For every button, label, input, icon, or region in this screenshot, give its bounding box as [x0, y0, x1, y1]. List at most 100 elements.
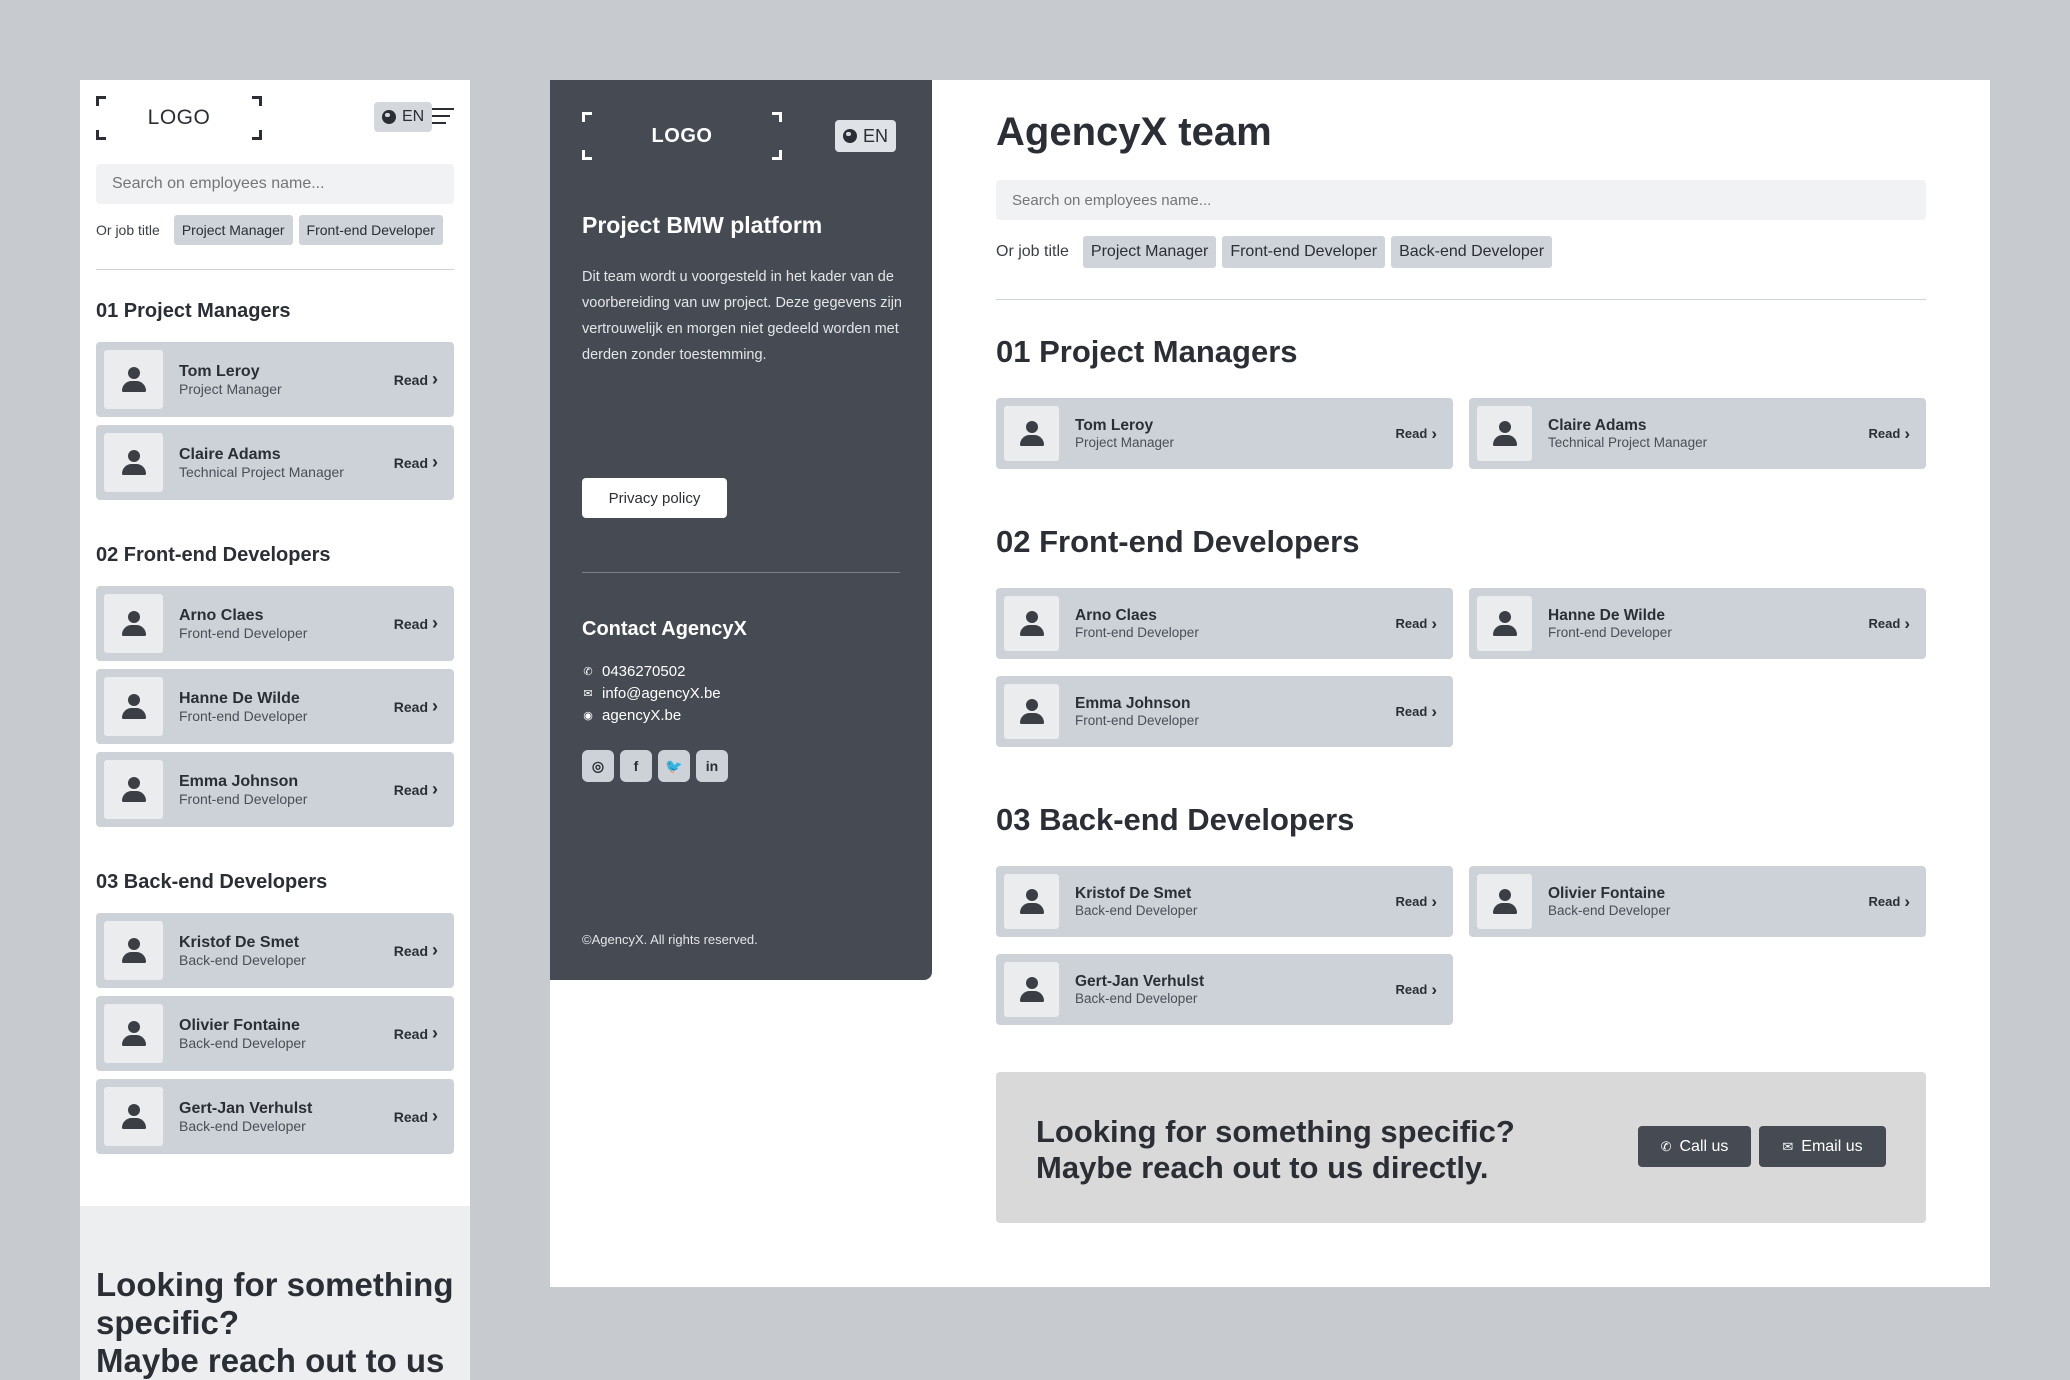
instagram-icon[interactable]: ◎: [582, 750, 614, 782]
employee-card[interactable]: Gert-Jan Verhulst Back-end Developer Read ›: [96, 1079, 454, 1154]
search-input[interactable]: [996, 180, 1926, 220]
employee-info: Claire Adams Technical Project Manager: [179, 446, 394, 480]
read-button[interactable]: Read ›: [1396, 892, 1437, 912]
read-label: Read: [393, 615, 428, 632]
read-button[interactable]: Read ›: [394, 1023, 438, 1044]
read-label: Read: [1395, 982, 1428, 997]
read-button[interactable]: Read ›: [1396, 424, 1437, 444]
chip-project-manager[interactable]: Project Manager: [1082, 236, 1217, 268]
call-us-button[interactable]: ✆ Call us: [1638, 1126, 1751, 1167]
facebook-icon[interactable]: f: [620, 750, 652, 782]
user-icon: [1492, 888, 1518, 915]
employee-card[interactable]: Claire Adams Technical Project Manager Rea…: [1469, 398, 1926, 469]
read-button[interactable]: Read ›: [394, 1106, 438, 1127]
read-button[interactable]: Read ›: [394, 613, 438, 634]
employee-card[interactable]: Emma Johnson Front-end Developer Read ›: [996, 676, 1453, 747]
user-icon: [1019, 610, 1045, 637]
divider: [582, 572, 900, 573]
employee-card[interactable]: Hanne De Wilde Front-end Developer Read ›: [1469, 588, 1926, 659]
employee-name: Olivier Fontaine: [1548, 885, 1666, 902]
employee-card[interactable]: Olivier Fontaine Back-end Developer Read ›: [1469, 866, 1926, 937]
contact-phone[interactable]: ✆ 0436270502: [582, 660, 721, 682]
avatar: [104, 677, 163, 736]
chip-project-manager[interactable]: Project Manager: [173, 215, 293, 245]
read-button[interactable]: Read ›: [1869, 892, 1910, 912]
read-button[interactable]: Read ›: [1869, 424, 1910, 444]
employee-card[interactable]: Claire Adams Technical Project Manager Rea…: [96, 425, 454, 500]
employee-role: Back-end Developer: [179, 951, 306, 968]
employee-info: Emma Johnson Front-end Developer: [1075, 695, 1396, 728]
read-button[interactable]: Read ›: [394, 696, 438, 717]
language-label: EN: [863, 125, 889, 146]
twitter-icon[interactable]: 🐦: [658, 750, 690, 782]
language-label: EN: [402, 108, 425, 125]
employee-role: Technical Project Manager: [1548, 435, 1708, 450]
employee-info: Kristof De Smet Back-end Developer: [179, 934, 394, 968]
chevron-right-icon: ›: [1431, 423, 1437, 443]
employee-role: Back-end Developer: [1075, 991, 1198, 1006]
linkedin-icon[interactable]: in: [696, 750, 728, 782]
employee-name: Olivier Fontaine: [179, 1016, 300, 1034]
read-button[interactable]: Read ›: [394, 940, 438, 961]
employee-card[interactable]: Tom Leroy Project Manager Read ›: [96, 342, 454, 417]
language-button[interactable]: EN: [835, 120, 897, 152]
read-button[interactable]: Read ›: [1396, 702, 1437, 722]
employee-name: Claire Adams: [1548, 417, 1647, 434]
cta-line2: Maybe reach out to us directly.: [1036, 1150, 1489, 1185]
employee-role: Back-end Developer: [1075, 903, 1198, 918]
avatar: [1004, 596, 1059, 651]
chip-front-end-developer[interactable]: Front-end Developer: [1222, 236, 1386, 268]
language-button[interactable]: EN: [374, 102, 433, 132]
avatar: [1477, 596, 1532, 651]
chip-front-end-developer[interactable]: Front-end Developer: [298, 215, 443, 245]
employee-role: Back-end Developer: [1548, 903, 1671, 918]
logo[interactable]: LOGO: [582, 112, 782, 160]
chip-back-end-developer[interactable]: Back-end Developer: [1391, 236, 1553, 268]
read-label: Read: [1868, 426, 1901, 441]
contact-list: ✆ 0436270502 ✉ info@agencyX.be ◉ agencyX.be: [582, 660, 721, 726]
menu-icon[interactable]: [432, 108, 454, 126]
read-button[interactable]: Read ›: [1869, 614, 1910, 634]
email-us-button[interactable]: ✉ Email us: [1759, 1126, 1886, 1167]
cta-line1: Looking for something specific?: [1036, 1114, 1515, 1149]
employee-card[interactable]: Hanne De Wilde Front-end Developer Read ›: [96, 669, 454, 744]
employee-card[interactable]: Tom Leroy Project Manager Read ›: [996, 398, 1453, 469]
read-button[interactable]: Read ›: [394, 452, 438, 473]
read-button[interactable]: Read ›: [394, 779, 438, 800]
read-label: Read: [393, 698, 428, 715]
contact-email[interactable]: ✉ info@agencyX.be: [582, 682, 720, 704]
logo-text: LOGO: [147, 106, 211, 129]
project-title: Project BMW platform: [582, 212, 823, 238]
divider: [96, 269, 454, 270]
employee-name: Tom Leroy: [179, 362, 260, 380]
employee-card[interactable]: Arno Claes Front-end Developer Read ›: [96, 586, 454, 661]
employee-card[interactable]: Kristof De Smet Back-end Developer Read ›: [96, 913, 454, 988]
logo[interactable]: LOGO: [96, 96, 262, 140]
employee-card[interactable]: Olivier Fontaine Back-end Developer Read ›: [96, 996, 454, 1071]
read-label: Read: [393, 454, 428, 471]
read-button[interactable]: Read ›: [1396, 980, 1437, 1000]
user-icon: [121, 449, 147, 476]
employee-card[interactable]: Arno Claes Front-end Developer Read ›: [996, 588, 1453, 659]
read-label: Read: [1395, 616, 1428, 631]
desktop-view: LOGO EN Project BMW platform Dit team wo…: [550, 80, 1990, 1287]
avatar: [104, 1004, 163, 1063]
employee-card[interactable]: Emma Johnson Front-end Developer Read ›: [96, 752, 454, 827]
globe-icon: ◉: [583, 709, 593, 722]
avatar: [104, 1087, 163, 1146]
read-button[interactable]: Read ›: [1396, 614, 1437, 634]
privacy-policy-button[interactable]: Privacy policy: [582, 478, 727, 518]
employee-info: Arno Claes Front-end Developer: [1075, 607, 1396, 640]
employee-role: Front-end Developer: [1075, 713, 1199, 728]
read-button[interactable]: Read ›: [394, 369, 438, 390]
page-title: AgencyX team: [996, 110, 1272, 154]
employee-card[interactable]: Gert-Jan Verhulst Back-end Developer Read ›: [996, 954, 1453, 1025]
section-title: 02 Front-end Developers: [996, 524, 1360, 559]
logo-text: LOGO: [651, 124, 713, 147]
search-input[interactable]: [96, 164, 454, 204]
employee-card[interactable]: Kristof De Smet Back-end Developer Read ›: [996, 866, 1453, 937]
employee-role: Front-end Developer: [1548, 625, 1672, 640]
employee-name: Kristof De Smet: [179, 933, 300, 951]
contact-website[interactable]: ◉ agencyX.be: [582, 704, 721, 726]
avatar: [104, 594, 163, 653]
